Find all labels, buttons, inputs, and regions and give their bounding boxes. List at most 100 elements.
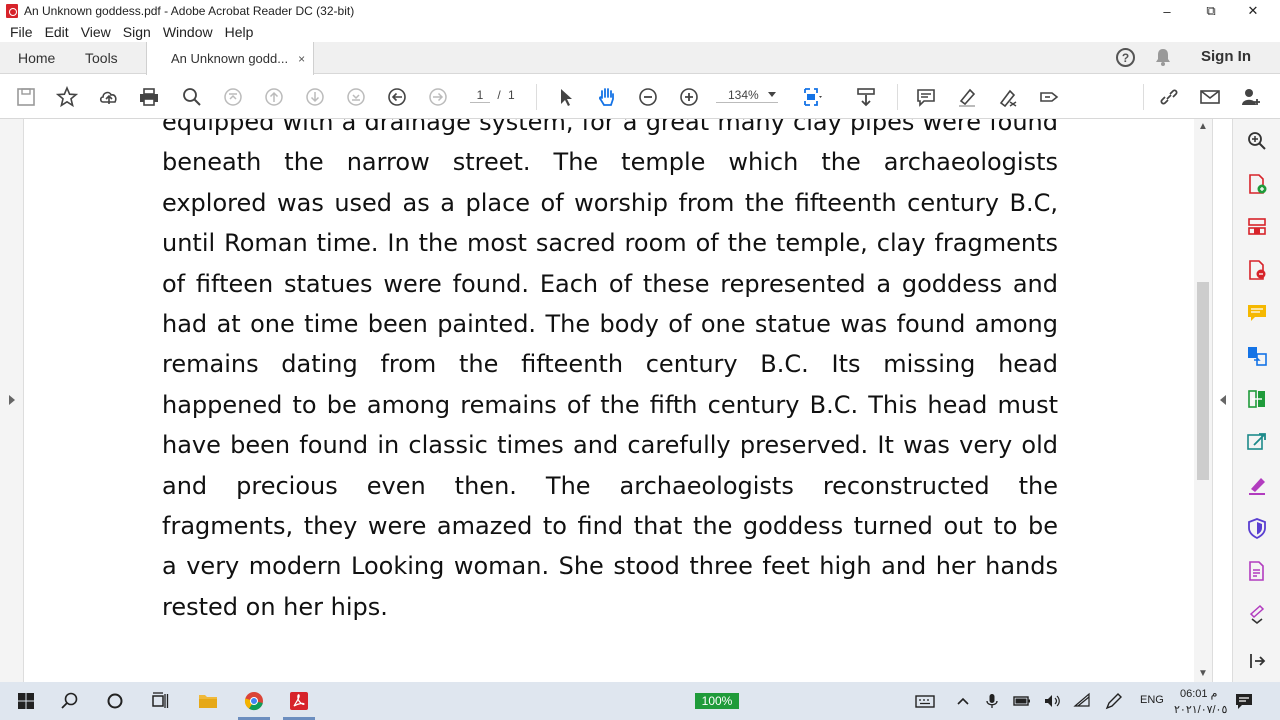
pen-workspace-icon[interactable] [1102, 689, 1126, 713]
scroll-mode-icon[interactable] [854, 85, 878, 109]
chevron-down-icon [768, 92, 776, 97]
highlight-pen-icon[interactable] [955, 85, 979, 109]
action-center-icon[interactable] [1232, 689, 1256, 713]
create-pdf-icon[interactable] [1245, 172, 1269, 196]
windows-start-icon[interactable] [14, 689, 38, 713]
title-bar: An Unknown goddess.pdf - Adobe Acrobat R… [0, 0, 1280, 22]
document-viewport[interactable]: equipped with a drainage system, for a g… [24, 119, 1194, 682]
previous-page-icon[interactable] [262, 85, 286, 109]
toolbar-divider [1143, 84, 1144, 110]
notification-bell-icon[interactable] [1155, 48, 1171, 66]
email-icon[interactable] [1198, 85, 1222, 109]
volume-icon[interactable] [1040, 689, 1064, 713]
menu-help[interactable]: Help [225, 24, 254, 40]
main-toolbar [0, 75, 1280, 119]
scrollbar-thumb[interactable] [1197, 282, 1209, 480]
add-user-icon[interactable] [1239, 85, 1263, 109]
forward-arrow-icon[interactable] [426, 85, 450, 109]
task-view-icon[interactable] [148, 689, 172, 713]
collapse-right-pane-icon[interactable] [1220, 395, 1226, 405]
help-icon[interactable]: ? [1116, 48, 1135, 67]
microphone-icon[interactable] [980, 689, 1004, 713]
last-page-icon[interactable] [344, 85, 368, 109]
tab-bar: Home Tools An Unknown godd... × [0, 42, 1280, 75]
share-link-icon[interactable] [1157, 85, 1181, 109]
battery-icon[interactable] [1010, 689, 1034, 713]
zoom-tool-icon[interactable] [1245, 129, 1269, 153]
sign-document-icon[interactable] [1037, 85, 1061, 109]
comment-tool-icon[interactable] [1245, 301, 1269, 325]
tab-close-icon[interactable]: × [298, 52, 305, 66]
bookmark-star-icon[interactable] [55, 85, 79, 109]
print-icon[interactable] [137, 85, 161, 109]
document-line: fragments, they were amazed to find that… [162, 511, 1058, 540]
hand-tool-icon[interactable] [595, 85, 619, 109]
show-hidden-icons-chevron-up-icon[interactable] [951, 689, 975, 713]
send-for-review-icon[interactable] [1245, 430, 1269, 454]
wifi-icon[interactable] [1070, 689, 1094, 713]
acrobat-taskbar-icon[interactable] [287, 689, 311, 713]
document-line: until Roman time. In the most sacred roo… [162, 229, 1058, 258]
left-navigation-pane[interactable] [0, 119, 24, 682]
expand-left-pane-icon[interactable] [9, 395, 15, 405]
close-window-button[interactable]: ✕ [1230, 0, 1276, 22]
edit-pdf-form-icon[interactable] [1245, 559, 1269, 583]
export-pdf-icon[interactable] [1245, 258, 1269, 282]
vertical-scrollbar[interactable]: ▲ ▼ [1194, 119, 1212, 682]
minimize-button[interactable]: – [1144, 0, 1190, 22]
search-icon[interactable] [58, 689, 82, 713]
draw-erase-icon[interactable] [996, 85, 1020, 109]
document-line: happened to be among remains of the fift… [162, 390, 1058, 419]
file-explorer-icon[interactable] [196, 689, 220, 713]
back-arrow-icon[interactable] [385, 85, 409, 109]
language-indicator[interactable]: ENG [1140, 694, 1164, 706]
maximize-button[interactable]: ⧉ [1188, 0, 1234, 22]
menu-window[interactable]: Window [163, 24, 213, 40]
clock-date[interactable]: ٢٠٢١/٠٧/٠٥ [1174, 703, 1227, 716]
zoom-value: 134% [728, 88, 759, 102]
menu-sign[interactable]: Sign [123, 24, 151, 40]
upload-cloud-icon[interactable] [97, 85, 121, 109]
toolbar-divider [536, 84, 537, 110]
sign-in-button[interactable]: Sign In [1201, 48, 1251, 65]
document-page-text: equipped with a drainage system, for a g… [162, 119, 1058, 627]
collapse-tools-pane-icon[interactable] [1245, 649, 1269, 673]
keyboard-icon[interactable] [913, 689, 937, 713]
clock-time[interactable]: 06:01 م [1180, 687, 1217, 700]
more-tools-expand-icon[interactable] [1245, 602, 1269, 626]
scroll-down-icon[interactable]: ▼ [1198, 668, 1208, 679]
cortana-icon[interactable] [103, 689, 127, 713]
tab-document-label: An Unknown godd... [171, 51, 289, 66]
fit-page-icon[interactable] [800, 85, 824, 109]
chrome-icon[interactable] [242, 689, 266, 713]
zoom-select[interactable]: 134% [716, 88, 778, 103]
search-icon[interactable] [180, 85, 204, 109]
windows-taskbar [0, 682, 1280, 720]
zoom-in-icon[interactable] [677, 85, 701, 109]
page-current[interactable]: 1 [470, 88, 490, 103]
tab-document[interactable]: An Unknown godd... × [146, 42, 315, 75]
page-number-field[interactable]: 1 / 1 [470, 88, 515, 103]
menu-edit[interactable]: Edit [45, 24, 69, 40]
tab-tools[interactable]: Tools [85, 42, 118, 74]
page-separator: / [497, 88, 501, 102]
document-line: equipped with a drainage system, for a g… [162, 119, 1058, 136]
next-page-icon[interactable] [303, 85, 327, 109]
tab-home[interactable]: Home [18, 42, 55, 74]
combine-files-icon[interactable] [1245, 344, 1269, 368]
save-icon[interactable] [14, 85, 38, 109]
first-page-icon[interactable] [221, 85, 245, 109]
document-line: rested on her hips. [162, 592, 388, 621]
comment-icon[interactable] [914, 85, 938, 109]
fill-sign-icon[interactable] [1245, 473, 1269, 497]
menu-file[interactable]: File [10, 24, 33, 40]
compress-pdf-icon[interactable] [1245, 387, 1269, 411]
organize-pages-icon[interactable] [1245, 215, 1269, 239]
right-pane-toggle[interactable] [1212, 119, 1232, 682]
select-cursor-icon[interactable] [554, 85, 578, 109]
zoom-out-icon[interactable] [636, 85, 660, 109]
protect-shield-icon[interactable] [1245, 516, 1269, 540]
document-line: had at one time been painted. The body o… [162, 309, 1058, 338]
menu-view[interactable]: View [81, 24, 111, 40]
scroll-up-icon[interactable]: ▲ [1198, 121, 1208, 132]
